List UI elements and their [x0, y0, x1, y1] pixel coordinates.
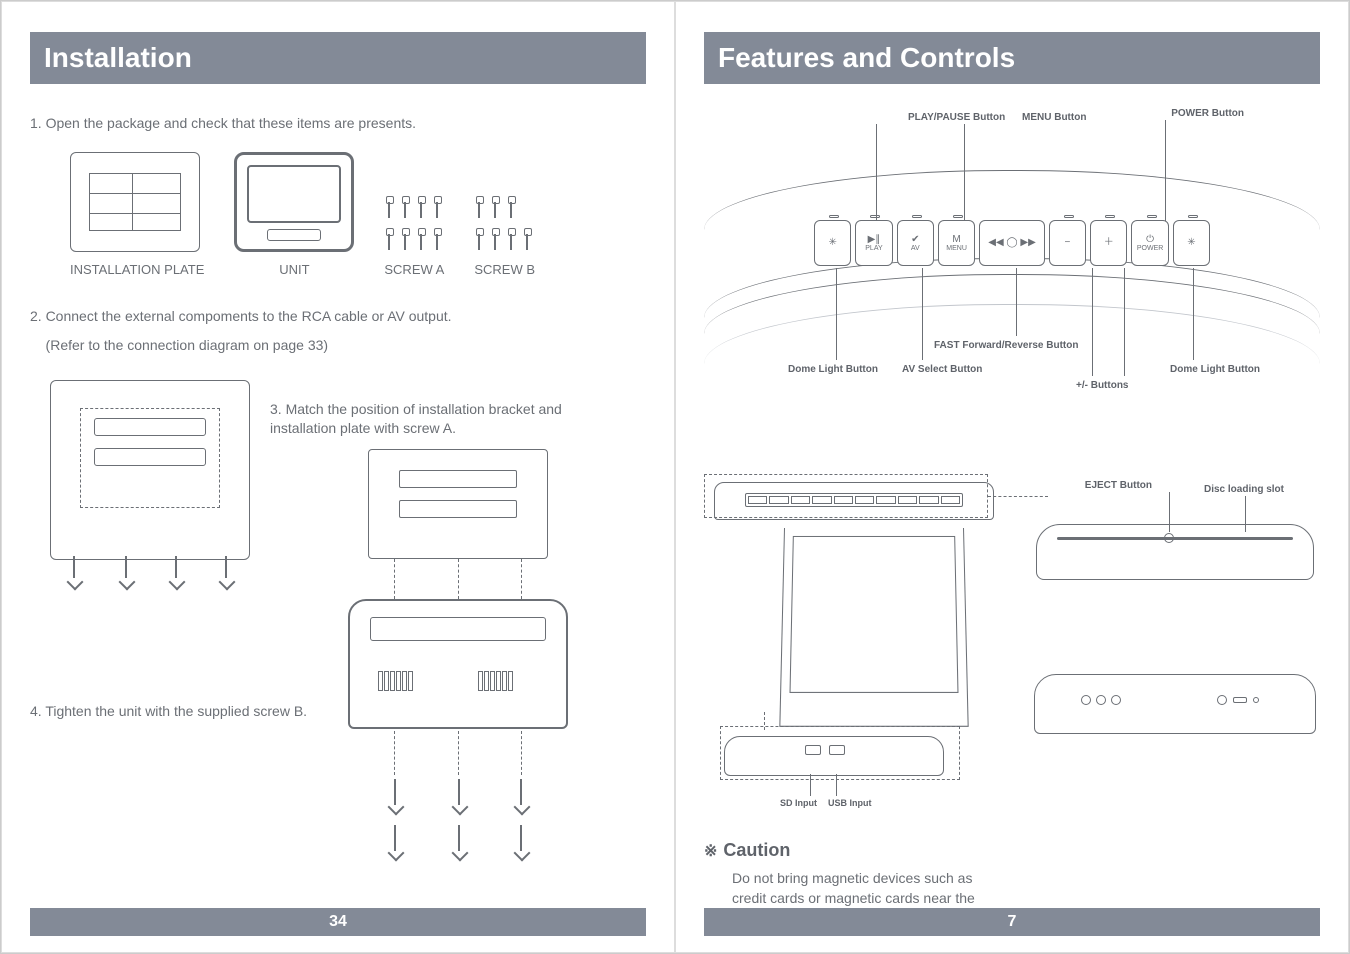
control-panel-diagram: PLAY/PAUSE Button MENU Button POWER Butt… — [704, 144, 1320, 444]
step-2-line1: 2. Connect the external compoments to th… — [30, 307, 646, 327]
step-3-text: 3. Match the position of installation br… — [270, 400, 590, 439]
left-page-number: 34 — [30, 908, 646, 936]
callout-dome-right: Dome Light Button — [1170, 364, 1260, 375]
ff-rev-button: ◀◀ ◯ ▶▶ — [979, 220, 1045, 266]
step-1-text: 1. Open the package and check that these… — [30, 114, 646, 134]
jack-panel-view — [1030, 664, 1320, 744]
step-2-line2: (Refer to the connection diagram on page… — [30, 336, 646, 356]
label-installation-plate: INSTALLATION PLATE — [70, 262, 204, 277]
minus-button: − — [1049, 220, 1086, 266]
label-screw-b: SCREW B — [474, 262, 535, 277]
callout-ff-rev: FAST Forward/Reverse Button — [934, 340, 1078, 351]
page-right: Features and Controls PLAY/PAUSE Button … — [675, 1, 1349, 953]
caution-symbol-icon: ※ — [704, 841, 717, 861]
left-title-bar: Installation — [30, 32, 646, 84]
lower-diagrams: SD Input USB Input EJECT Button Disc loa… — [704, 474, 1320, 834]
callout-dome-left: Dome Light Button — [788, 364, 878, 375]
disc-slot-view — [1030, 494, 1320, 604]
caution-heading: ※Caution — [704, 840, 1320, 861]
callout-menu: MENU Button — [1022, 112, 1086, 123]
av-select-button: ✔AV — [897, 220, 934, 266]
right-page-number: 7 — [704, 908, 1320, 936]
screw-b-icon — [474, 196, 535, 252]
play-pause-button: ▶∥PLAY — [855, 220, 892, 266]
unit-icon — [234, 152, 354, 252]
monitor-side-view — [704, 478, 1004, 748]
menu-button: MMENU — [938, 220, 975, 266]
port-panel-view — [724, 736, 944, 776]
callout-eject: EJECT Button — [1085, 480, 1152, 491]
item-screw-a: SCREW A — [384, 196, 444, 277]
callout-power: POWER Button — [1171, 108, 1244, 119]
step-4-text: 4. Tighten the unit with the supplied sc… — [30, 702, 307, 722]
callout-disc-slot: Disc loading slot — [1204, 484, 1284, 495]
assembly-diagram — [348, 449, 568, 869]
callout-play-pause: PLAY/PAUSE Button — [908, 112, 1005, 123]
label-usb-input: USB Input — [828, 798, 872, 808]
installation-plate-icon — [70, 152, 200, 252]
item-screw-b: SCREW B — [474, 196, 535, 277]
bracket-diagram — [50, 380, 250, 560]
callout-av-select: AV Select Button — [902, 364, 982, 375]
item-unit: UNIT — [234, 152, 354, 277]
label-screw-a: SCREW A — [384, 262, 444, 277]
dome-light-right-button: ✳ — [1173, 220, 1210, 266]
plus-button: ＋ — [1090, 220, 1127, 266]
power-button: ⏻POWER — [1131, 220, 1168, 266]
item-installation-plate: INSTALLATION PLATE — [70, 152, 204, 277]
screw-a-icon — [384, 196, 444, 252]
button-strip: ✳ ▶∥PLAY ✔AV MMENU ◀◀ ◯ ▶▶ − ＋ ⏻POWER ✳ — [814, 220, 1210, 266]
right-title-bar: Features and Controls — [704, 32, 1320, 84]
dome-light-left-button: ✳ — [814, 220, 851, 266]
package-items-row: INSTALLATION PLATE UNIT SCREW A SCREW B — [70, 152, 646, 277]
label-unit: UNIT — [234, 262, 354, 277]
page-left: Installation 1. Open the package and che… — [1, 1, 675, 953]
label-sd-input: SD Input — [780, 798, 817, 808]
callout-plus-minus: +/- Buttons — [1076, 380, 1129, 391]
step3-row: 3. Match the position of installation br… — [30, 366, 646, 869]
